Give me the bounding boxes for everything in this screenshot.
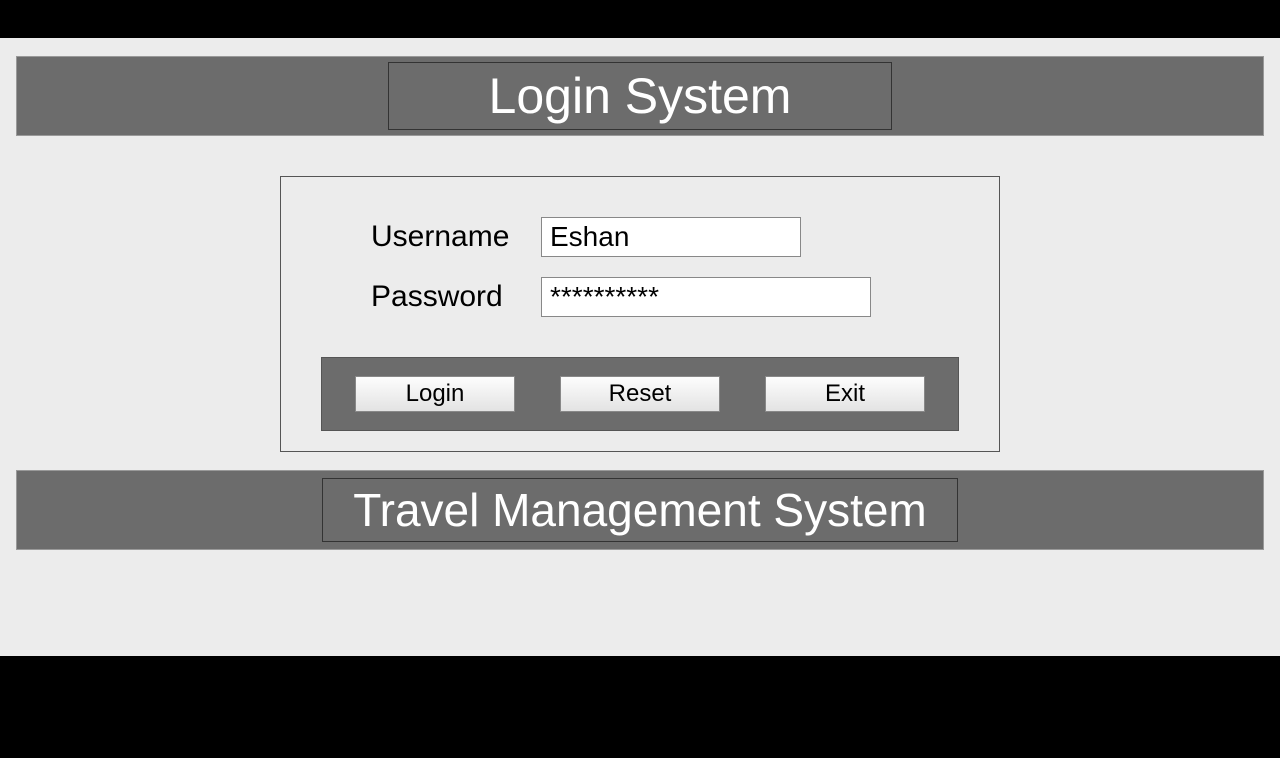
login-button[interactable]: Login xyxy=(355,376,515,412)
footer-bar: Travel Management System xyxy=(16,470,1264,550)
exit-button[interactable]: Exit xyxy=(765,376,925,412)
main-container: Login System Username Password Login Res… xyxy=(0,38,1280,656)
password-row: Password xyxy=(321,277,959,317)
username-input[interactable] xyxy=(541,217,801,257)
header-bar: Login System xyxy=(16,56,1264,136)
header-title: Login System xyxy=(388,62,893,130)
username-row: Username xyxy=(321,217,959,257)
button-bar: Login Reset Exit xyxy=(321,357,959,431)
footer-title: Travel Management System xyxy=(322,478,958,542)
password-input[interactable] xyxy=(541,277,871,317)
login-panel: Username Password Login Reset Exit xyxy=(280,176,1000,452)
password-label: Password xyxy=(321,280,541,314)
reset-button[interactable]: Reset xyxy=(560,376,720,412)
username-label: Username xyxy=(321,220,541,254)
